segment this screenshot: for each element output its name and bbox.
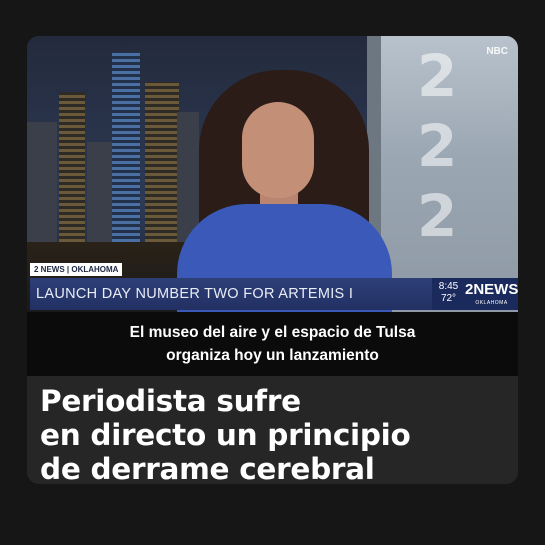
- headline-line-2: en directo un principio: [40, 418, 411, 452]
- post-card: 2 2 2 NBC 2 NEWS | OKLAHOMA LAUNCH DAY N…: [27, 36, 518, 484]
- subtitle-line-2: organiza hoy un lanzamiento: [166, 347, 379, 364]
- headline-line-1: Periodista sufre: [40, 384, 301, 418]
- subtitle-line-1: El museo del aire y el espacio de Tulsa: [129, 324, 416, 341]
- video-subtitle: El museo del aire y el espacio de Tulsa …: [27, 312, 518, 376]
- broadcast-temperature: 72°: [440, 293, 457, 304]
- brand-sub: OKLAHOMA: [475, 300, 508, 306]
- station-tag: 2 NEWS | OKLAHOMA: [30, 263, 123, 276]
- news-ticker: LAUNCH DAY NUMBER TWO FOR ARTEMIS I: [30, 278, 438, 310]
- broadcast-time: 8:45: [438, 281, 459, 292]
- nbc-logo-icon: NBC: [486, 46, 508, 57]
- brand-main: 2NEWS: [465, 281, 518, 298]
- station-brand-logo: 2NEWS OKLAHOMA: [465, 278, 518, 310]
- news-video-frame[interactable]: 2 2 2 NBC 2 NEWS | OKLAHOMA LAUNCH DAY N…: [27, 36, 518, 312]
- time-temperature-box: 8:45 72°: [432, 278, 465, 310]
- post-headline: Periodista sufre en directo un principio…: [40, 384, 510, 484]
- headline-line-3: de derrame cerebral: [40, 452, 375, 484]
- anchor-face: [242, 102, 314, 198]
